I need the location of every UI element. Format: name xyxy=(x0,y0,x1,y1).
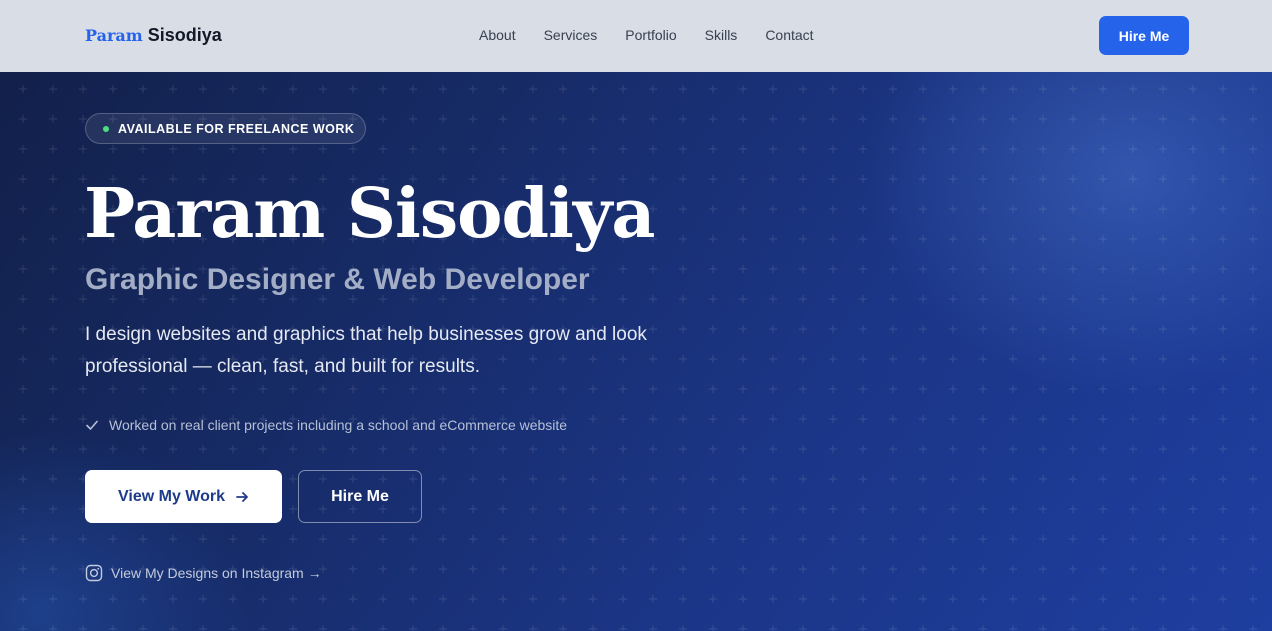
instagram-link[interactable]: View My Designs on Instagram → xyxy=(85,564,322,582)
hero-section: AVAILABLE FOR FREELANCE WORK Param Sisod… xyxy=(0,72,1272,631)
nav-link-portfolio[interactable]: Portfolio xyxy=(625,25,676,45)
client-proof-text: Worked on real client projects including… xyxy=(109,417,568,433)
view-my-work-label: View My Work xyxy=(118,487,225,505)
brand-last-name: Sisodiya xyxy=(147,25,222,45)
brand-logo[interactable]: Param Sisodiya xyxy=(85,24,222,47)
availability-badge: AVAILABLE FOR FREELANCE WORK xyxy=(85,113,366,144)
nav-hire-me-button[interactable]: Hire Me xyxy=(1099,16,1189,55)
arrow-right-icon xyxy=(236,491,248,502)
nav-link-about[interactable]: About xyxy=(479,25,516,45)
hero-title: Param Sisodiya xyxy=(84,174,655,254)
nav-links: About Services Portfolio Skills Contact xyxy=(479,25,814,45)
brand-first-name: Param xyxy=(85,26,143,45)
instagram-link-text: View My Designs on Instagram → xyxy=(111,565,322,581)
instagram-icon xyxy=(85,564,103,582)
status-dot-icon xyxy=(103,125,109,132)
nav-link-contact[interactable]: Contact xyxy=(765,25,813,45)
view-my-work-button[interactable]: View My Work xyxy=(85,470,282,523)
client-proof: Worked on real client projects including… xyxy=(85,417,567,433)
hero-subtitle: Graphic Designer & Web Developer xyxy=(85,263,590,296)
availability-badge-text: AVAILABLE FOR FREELANCE WORK xyxy=(118,121,355,136)
hero-hire-me-button[interactable]: Hire Me xyxy=(298,470,422,523)
check-icon xyxy=(86,420,98,430)
hero-description: I design websites and graphics that help… xyxy=(85,324,647,377)
top-navbar: Param Sisodiya About Services Portfolio … xyxy=(0,0,1272,72)
nav-link-services[interactable]: Services xyxy=(544,25,598,45)
nav-link-skills[interactable]: Skills xyxy=(705,25,738,45)
